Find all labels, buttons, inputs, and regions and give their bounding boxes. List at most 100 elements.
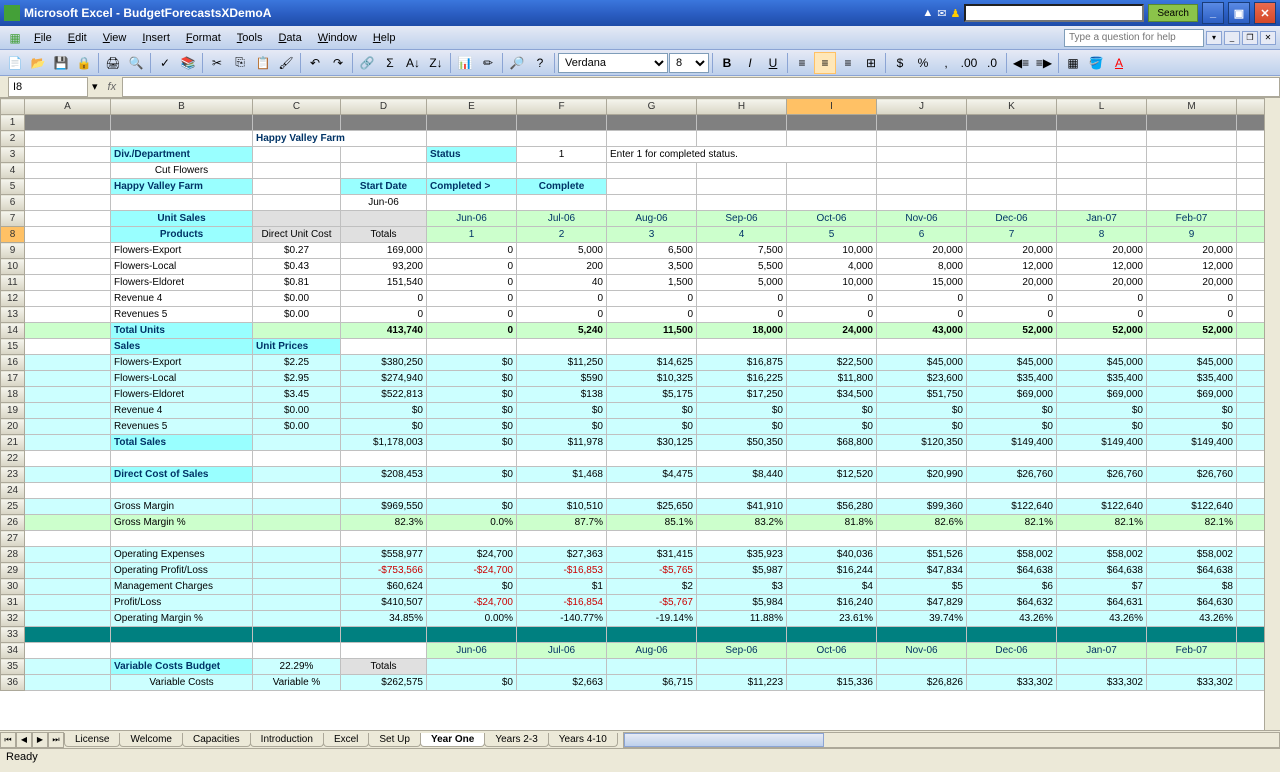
- cell[interactable]: 20,000: [1057, 275, 1147, 291]
- cell[interactable]: [517, 131, 607, 147]
- cell[interactable]: [341, 147, 427, 163]
- cell[interactable]: Revenue 4: [111, 403, 253, 419]
- cell[interactable]: 0: [427, 291, 517, 307]
- cell[interactable]: $8: [1147, 579, 1237, 595]
- cell[interactable]: [1237, 147, 1265, 163]
- cell[interactable]: [607, 483, 697, 499]
- cell[interactable]: Feb-07: [1147, 211, 1237, 227]
- cell[interactable]: 10: [1237, 227, 1265, 243]
- cell[interactable]: $45,000: [967, 355, 1057, 371]
- cell[interactable]: [967, 131, 1057, 147]
- cell[interactable]: $64,638: [1057, 563, 1147, 579]
- cell[interactable]: 87.7%: [517, 515, 607, 531]
- cell[interactable]: [1237, 531, 1265, 547]
- cell[interactable]: $149,400: [1237, 435, 1265, 451]
- cell[interactable]: [1237, 115, 1265, 131]
- cell[interactable]: [427, 531, 517, 547]
- cell[interactable]: $0: [1237, 419, 1265, 435]
- cell[interactable]: Flowers-Local: [111, 371, 253, 387]
- cell[interactable]: [517, 659, 607, 675]
- cell[interactable]: 82.3%: [341, 515, 427, 531]
- cell[interactable]: Variable Costs: [111, 675, 253, 691]
- column-header-L[interactable]: L: [1057, 99, 1147, 115]
- sheet-tab-years-4-10[interactable]: Years 4-10: [548, 733, 618, 747]
- cell[interactable]: $1,468: [517, 467, 607, 483]
- column-header-K[interactable]: K: [967, 99, 1057, 115]
- cell[interactable]: $35,400: [1147, 371, 1237, 387]
- cell[interactable]: 0: [427, 307, 517, 323]
- print-preview-icon[interactable]: 🔍: [125, 52, 147, 74]
- menu-view[interactable]: View: [95, 30, 135, 46]
- cell[interactable]: $0: [427, 435, 517, 451]
- cell[interactable]: 12,000: [1057, 259, 1147, 275]
- cell[interactable]: 83.2%: [697, 515, 787, 531]
- cell[interactable]: -$5,765: [607, 563, 697, 579]
- decrease-decimal-icon[interactable]: .0: [981, 52, 1003, 74]
- cell[interactable]: Profit/Loss: [111, 595, 253, 611]
- cell[interactable]: 43.26%: [1237, 611, 1265, 627]
- cell[interactable]: 43.26%: [1147, 611, 1237, 627]
- column-header-F[interactable]: F: [517, 99, 607, 115]
- merge-icon[interactable]: ⊞: [860, 52, 882, 74]
- cell[interactable]: [341, 643, 427, 659]
- cell[interactable]: [967, 451, 1057, 467]
- column-header-M[interactable]: M: [1147, 99, 1237, 115]
- menu-file[interactable]: File: [26, 30, 60, 46]
- cell[interactable]: [877, 531, 967, 547]
- cell[interactable]: [877, 163, 967, 179]
- cell[interactable]: 12,000: [1147, 259, 1237, 275]
- save-icon[interactable]: 💾: [50, 52, 72, 74]
- horizontal-scrollbar[interactable]: [623, 732, 1280, 748]
- cell[interactable]: 10,000: [787, 275, 877, 291]
- cell[interactable]: 0: [967, 307, 1057, 323]
- cell[interactable]: $22,500: [787, 355, 877, 371]
- cell[interactable]: [1147, 627, 1237, 643]
- cell[interactable]: $33,302: [967, 675, 1057, 691]
- cell[interactable]: [25, 595, 111, 611]
- cell[interactable]: Enter 1 for completed status.: [607, 147, 877, 163]
- cell[interactable]: [517, 531, 607, 547]
- cell[interactable]: $69,000: [1057, 387, 1147, 403]
- cell[interactable]: [1147, 179, 1237, 195]
- cell[interactable]: 169,000: [341, 243, 427, 259]
- cell[interactable]: 52,000: [1147, 323, 1237, 339]
- cell[interactable]: 82.1%: [1147, 515, 1237, 531]
- cell[interactable]: [517, 339, 607, 355]
- menu-help[interactable]: Help: [365, 30, 404, 46]
- cell[interactable]: $0: [427, 499, 517, 515]
- cell[interactable]: [1237, 483, 1265, 499]
- cell[interactable]: $0: [967, 419, 1057, 435]
- cell[interactable]: $45,000: [1147, 355, 1237, 371]
- cell[interactable]: [967, 195, 1057, 211]
- cell[interactable]: [253, 435, 341, 451]
- font-name-select[interactable]: Verdana: [558, 53, 668, 73]
- cell[interactable]: Revenues 5: [111, 307, 253, 323]
- menu-window[interactable]: Window: [310, 30, 365, 46]
- cell[interactable]: Direct Unit Cost: [253, 227, 341, 243]
- font-color-icon[interactable]: A: [1108, 52, 1130, 74]
- cell[interactable]: Dec-06: [967, 643, 1057, 659]
- cell[interactable]: [697, 131, 787, 147]
- cell[interactable]: $3.45: [253, 387, 341, 403]
- cell[interactable]: 8: [1057, 227, 1147, 243]
- cell[interactable]: 20,000: [967, 275, 1057, 291]
- cell[interactable]: [341, 483, 427, 499]
- cell[interactable]: $0: [427, 579, 517, 595]
- cell[interactable]: $5,175: [607, 387, 697, 403]
- cell[interactable]: Complete: [517, 179, 607, 195]
- cell[interactable]: $0: [1237, 403, 1265, 419]
- cell[interactable]: [877, 339, 967, 355]
- cell[interactable]: 0: [607, 291, 697, 307]
- row-header-3[interactable]: 3: [1, 147, 25, 163]
- cell[interactable]: [1057, 163, 1147, 179]
- cell[interactable]: [25, 227, 111, 243]
- cell[interactable]: $64,638: [1147, 563, 1237, 579]
- cell[interactable]: $34,500: [787, 387, 877, 403]
- cell[interactable]: Operating Margin %: [111, 611, 253, 627]
- cell[interactable]: [25, 243, 111, 259]
- cell[interactable]: [607, 163, 697, 179]
- cell[interactable]: 9: [1147, 227, 1237, 243]
- cell[interactable]: [253, 467, 341, 483]
- cell[interactable]: $0: [427, 403, 517, 419]
- cell[interactable]: $5,984: [697, 595, 787, 611]
